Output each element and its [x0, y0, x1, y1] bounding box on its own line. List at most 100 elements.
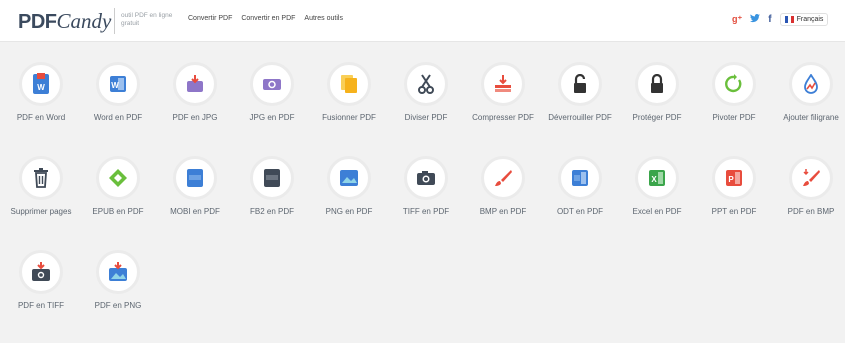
tool-icon-circle [481, 62, 525, 106]
svg-text:W: W [111, 81, 119, 90]
pdf-to-word-icon: W [33, 73, 49, 94]
unlock-icon [574, 74, 586, 93]
tool-icon-circle [327, 62, 371, 106]
top-header: PDFCandy outil PDF en ligne gratuit Conv… [0, 0, 845, 42]
tool-label: Supprimer pages [10, 207, 72, 216]
pdf-to-tiff-icon [32, 262, 50, 281]
tool-png-to-pdf[interactable]: PNG en PDF [314, 156, 384, 217]
tool-label: ODT en PDF [556, 207, 604, 216]
tool-label: Pivoter PDF [712, 113, 756, 122]
merge-icon [341, 75, 357, 93]
camera-icon [417, 171, 435, 185]
tool-epub-to-pdf[interactable]: EPUB en PDF [83, 156, 153, 217]
french-flag-icon [784, 16, 794, 23]
rotate-icon [725, 74, 742, 93]
language-selector[interactable]: Français [779, 13, 829, 26]
tool-label: MOBI en PDF [170, 207, 220, 216]
tool-merge-pdf[interactable]: Fusionner PDF [314, 62, 384, 123]
tool-odt-to-pdf[interactable]: ODT en PDF [545, 156, 615, 217]
tool-unlock-pdf[interactable]: Déverrouiller PDF [545, 62, 615, 123]
svg-text:P: P [728, 175, 734, 184]
trash-icon [34, 168, 48, 188]
tool-icon-circle [96, 156, 140, 200]
tool-icon-circle [558, 156, 602, 200]
tool-label: BMP en PDF [479, 207, 527, 216]
tool-icon-circle [712, 62, 756, 106]
tool-rotate-pdf[interactable]: Pivoter PDF [699, 62, 769, 123]
tool-label: TIFF en PDF [402, 207, 450, 216]
lock-icon [651, 74, 663, 93]
social-links: g⁺ f Français [732, 13, 829, 26]
tool-ppt-to-pdf[interactable]: P PPT en PDF [699, 156, 769, 217]
tool-icon-circle [250, 62, 294, 106]
brush-icon [495, 170, 512, 186]
nav-convert-pdf[interactable]: Convertir PDF [188, 15, 232, 22]
tool-compress-pdf[interactable]: Compresser PDF [468, 62, 538, 123]
svg-text:W: W [37, 83, 45, 92]
tool-icon-circle [19, 156, 63, 200]
tool-word-to-pdf[interactable]: W Word en PDF [83, 62, 153, 123]
tool-icon-circle [250, 156, 294, 200]
tool-label: Ajouter filigrane [783, 113, 839, 122]
tool-label: Excel en PDF [632, 207, 682, 216]
tool-label: Compresser PDF [472, 113, 534, 122]
tool-icon-circle [481, 156, 525, 200]
tool-delete-pages[interactable]: Supprimer pages [6, 156, 76, 217]
tool-icon-circle [173, 156, 217, 200]
svg-text:X: X [651, 175, 657, 184]
tool-icon-circle [789, 62, 833, 106]
tool-icon-circle [19, 250, 63, 294]
tool-pdf-to-bmp[interactable]: PDF en BMP [776, 156, 845, 217]
pdf-to-bmp-icon [803, 169, 820, 186]
logo-text: PDF [18, 11, 57, 33]
tool-label: PNG en PDF [325, 207, 373, 216]
tool-add-watermark[interactable]: Ajouter filigrane [776, 62, 845, 123]
tool-bmp-to-pdf[interactable]: BMP en PDF [468, 156, 538, 217]
scissors-icon [418, 74, 434, 94]
pdf-to-jpg-icon [187, 75, 203, 92]
tool-excel-to-pdf[interactable]: X Excel en PDF [622, 156, 692, 217]
tool-icon-circle [635, 62, 679, 106]
tool-icon-circle: W [19, 62, 63, 106]
tool-label: Protéger PDF [632, 113, 682, 122]
tool-label: Word en PDF [93, 113, 143, 122]
pdfcandy-logo[interactable]: PDFCandy [18, 9, 111, 34]
tool-label: PDF en JPG [172, 113, 218, 122]
tool-icon-circle [404, 62, 448, 106]
twitter-icon[interactable] [750, 13, 761, 26]
tool-label: PDF en TIFF [17, 301, 65, 310]
tool-label: Déverrouiller PDF [548, 113, 612, 122]
nav-convert-to-pdf[interactable]: Convertir en PDF [241, 15, 295, 22]
tool-icon-circle [558, 62, 602, 106]
tool-pdf-to-word[interactable]: W PDF en Word [6, 62, 76, 123]
odt-icon [572, 170, 588, 186]
logo-script-text: Candy [56, 9, 112, 33]
tool-label: PDF en PNG [94, 301, 142, 310]
tool-pdf-to-jpg[interactable]: PDF en JPG [160, 62, 230, 123]
tool-mobi-to-pdf[interactable]: MOBI en PDF [160, 156, 230, 217]
tool-label: EPUB en PDF [92, 207, 144, 216]
language-label: Français [796, 16, 824, 23]
tool-fb2-to-pdf[interactable]: FB2 en PDF [237, 156, 307, 217]
tool-protect-pdf[interactable]: Protéger PDF [622, 62, 692, 123]
tool-tiff-to-pdf[interactable]: TIFF en PDF [391, 156, 461, 217]
google-plus-icon[interactable]: g⁺ [732, 14, 742, 25]
tool-split-pdf[interactable]: Diviser PDF [391, 62, 461, 123]
tagline: outil PDF en ligne gratuit [114, 8, 178, 34]
tool-icon-circle [327, 156, 371, 200]
facebook-icon[interactable]: f [768, 14, 771, 25]
tool-label: PDF en Word [16, 113, 66, 122]
tool-pdf-to-png[interactable]: PDF en PNG [83, 250, 153, 311]
tool-pdf-to-tiff[interactable]: PDF en TIFF [6, 250, 76, 311]
tool-icon-circle [173, 62, 217, 106]
tool-label: Fusionner PDF [322, 113, 376, 122]
tool-label: Diviser PDF [404, 113, 448, 122]
mobi-icon [187, 169, 203, 187]
tool-icon-circle [404, 156, 448, 200]
tool-jpg-to-pdf[interactable]: JPG en PDF [237, 62, 307, 123]
ppt-icon: P [726, 170, 742, 186]
tool-icon-circle [96, 250, 140, 294]
epub-icon [109, 169, 127, 187]
tool-icon-circle [789, 156, 833, 200]
nav-other-tools[interactable]: Autres outils [304, 15, 343, 22]
